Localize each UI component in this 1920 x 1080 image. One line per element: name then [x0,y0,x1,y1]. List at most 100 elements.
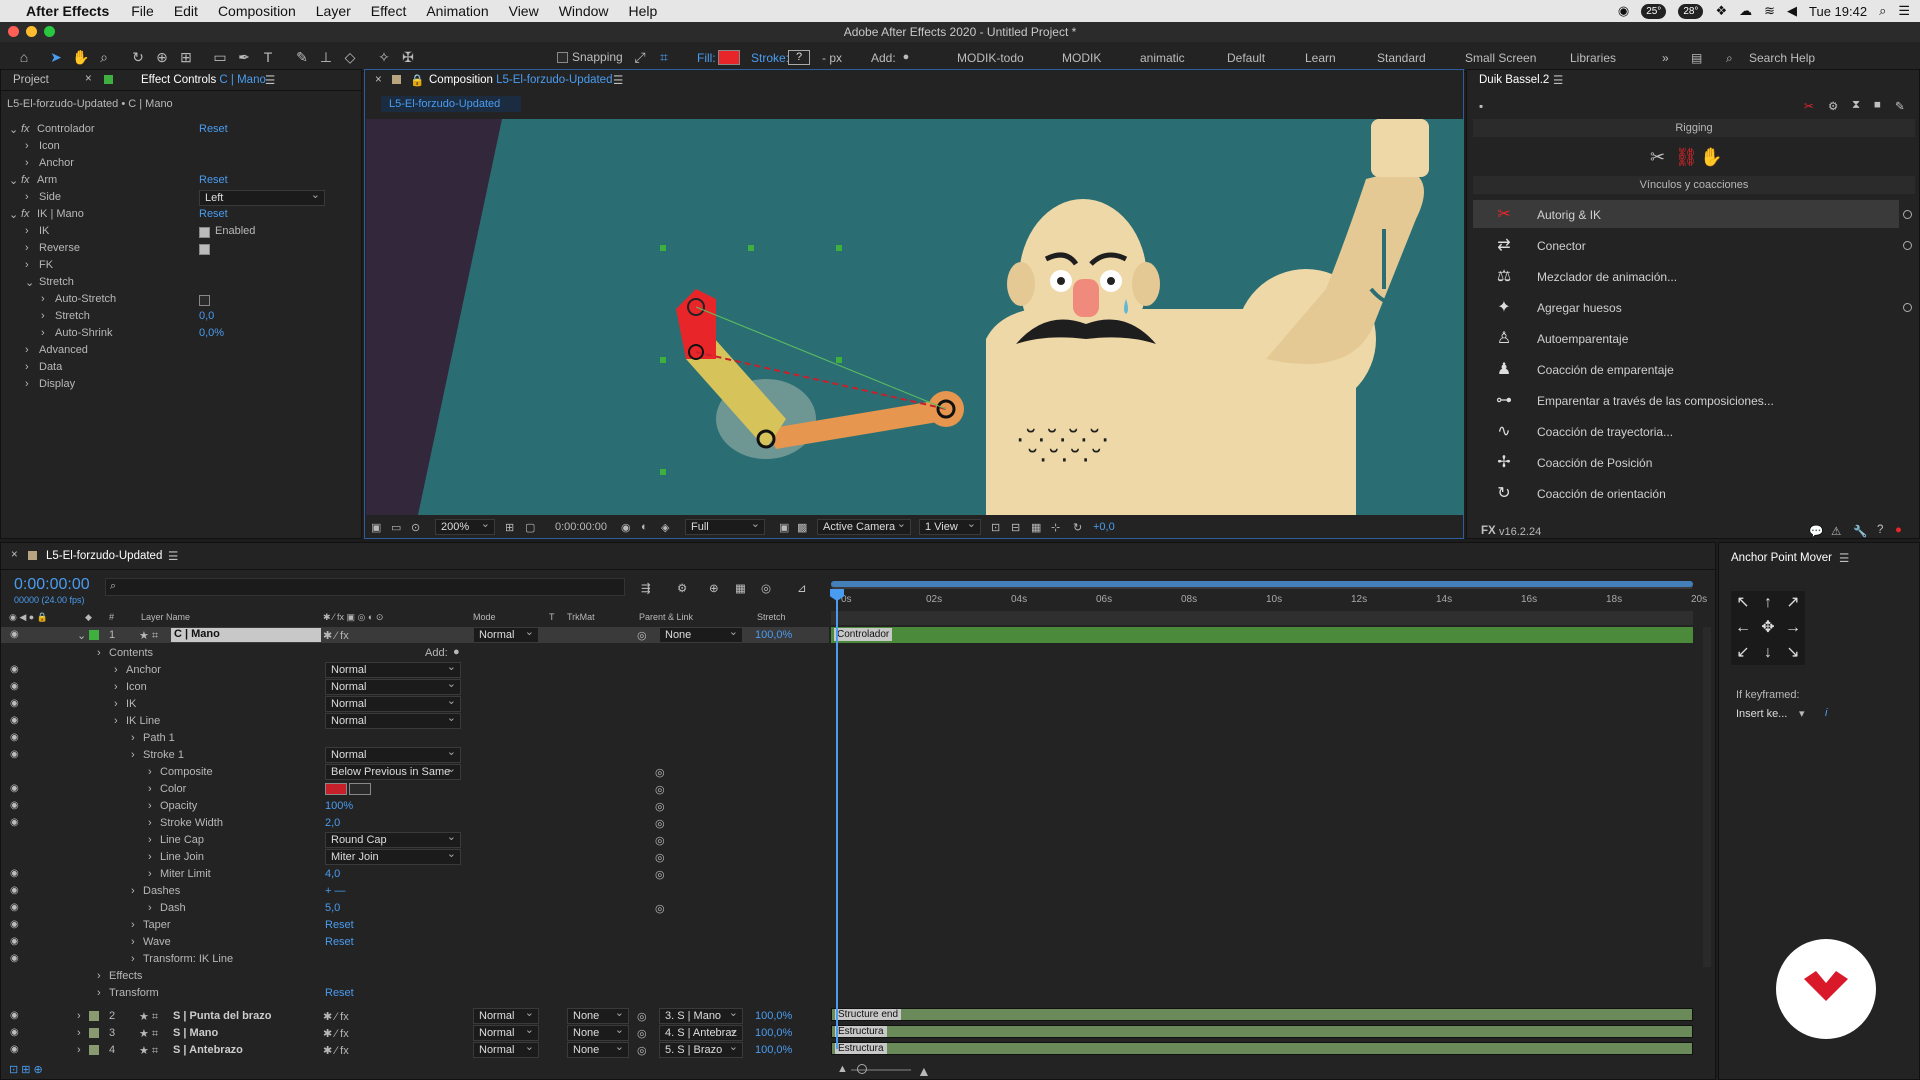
brush-tool-icon[interactable]: ✎ [294,49,310,65]
ec-row-ik-mano[interactable]: ⌄ fx IK | Mano Reset [1,207,361,223]
prop-visibility-icon[interactable]: ◉ [10,698,22,709]
camera-tool-icon[interactable]: ⊕ [154,49,170,65]
visibility-icon[interactable]: ◉ [10,629,22,640]
clone-tool-icon[interactable]: ⊥ [318,49,334,65]
prop-visibility-icon[interactable]: ◉ [10,783,22,794]
layer-label-swatch[interactable] [89,1045,99,1055]
zoom-dropdown[interactable]: 200% [435,517,495,535]
prop-dropdown[interactable]: Normal [325,745,461,763]
duik-item-2[interactable]: ⚖ Mezclador de animación... [1471,262,1887,292]
prop-row-composite[interactable]: › Composite Below Previous in Same ◎ [1,762,829,780]
duik-item-9[interactable]: ↻ Coacción de orientación [1471,479,1887,509]
pickwhip-icon[interactable]: ◎ [637,1027,647,1040]
arrow-down-left-icon[interactable]: ↙ [1733,643,1753,663]
side-dropdown[interactable]: Left [199,188,325,206]
ec-row-fk[interactable]: › FK [1,258,361,274]
tab-close-icon[interactable]: × [85,73,92,85]
region-icon[interactable]: ▢ [525,521,535,534]
menu-layer[interactable]: Layer [316,3,351,19]
expand-icon[interactable]: ⌄ [77,629,86,642]
tools-tab-icon[interactable]: ✎ [1895,99,1905,113]
prop-value[interactable]: 2,0 [325,817,340,829]
zoom-slider-thumb[interactable] [857,1064,867,1074]
hand-icon[interactable]: ✋ [1700,147,1722,168]
prop-row-transform[interactable]: › Transform Reset [1,985,829,1001]
app-menu[interactable]: After Effects [26,3,109,19]
ec-row-icon[interactable]: › Icon [1,139,361,155]
prop-row-line-join[interactable]: › Line Join Miter Join ◎ [1,847,829,865]
automation-tab-icon[interactable]: ⚙ [1828,99,1838,113]
pen-tool-icon[interactable]: ✒ [236,49,252,65]
dropdown-arrow-icon[interactable]: ▾ [1799,707,1805,720]
prop-row-stroke-1[interactable]: ◉ › Stroke 1 Normal [1,745,829,763]
layer-label-swatch[interactable] [89,1028,99,1038]
menu-edit[interactable]: Edit [174,3,198,19]
expand-arrow-icon[interactable]: ⌄ [25,276,34,289]
workspace-modik[interactable]: MODIK [1062,51,1101,65]
visibility-icon[interactable]: ◉ [10,1044,22,1055]
prop-pickwhip-icon[interactable]: ◎ [655,868,665,881]
prop-visibility-icon[interactable]: ◉ [10,664,22,675]
stroke-swatch[interactable]: ? [788,50,810,65]
puppet-tool-icon[interactable]: ✠ [400,49,416,65]
expand-arrow-icon[interactable]: › [41,310,45,322]
parent-dropdown[interactable]: None [659,625,743,643]
prop-row-path-1[interactable]: ◉ › Path 1 [1,730,829,746]
list-icon[interactable]: ☰ [1898,3,1910,19]
prop-row-contents[interactable]: › Contents Add: ● [1,645,829,661]
prop-row-color[interactable]: ◉ › Color ◎ [1,781,829,797]
prop-row-opacity[interactable]: ◉ › Opacity 100% ◎ [1,798,829,814]
record-status-icon[interactable]: ● [1895,524,1902,536]
ec-value[interactable]: Reset [199,174,228,186]
temp-badge-2[interactable]: 28° [1678,3,1704,19]
duik-option-icon[interactable] [1903,210,1912,219]
prop-visibility-icon[interactable]: ◉ [10,817,22,828]
workspace-standard[interactable]: Standard [1377,51,1426,65]
expand-arrow-icon[interactable]: › [41,327,45,339]
insert-keyframe-dropdown[interactable]: Insert ke... [1736,708,1787,720]
prop-expand-icon[interactable]: › [131,953,135,965]
prop-value[interactable]: 5,0 [325,902,340,914]
ec-row-auto-stretch[interactable]: › Auto-Stretch [1,292,361,308]
layer-name[interactable]: S | Antebrazo [173,1044,243,1056]
menu-help[interactable]: Help [629,3,658,19]
add-label[interactable]: Add: [425,647,448,659]
camera-tab-icon[interactable]: ■ [1874,99,1881,111]
parent-dropdown[interactable]: 5. S | Brazo [659,1040,743,1058]
prop-row-ik[interactable]: ◉ › IK Normal [1,694,829,712]
prop-dropdown[interactable]: Miter Join [325,847,461,865]
prop-expand-icon[interactable]: › [114,681,118,693]
workspace-default[interactable]: Default [1227,51,1265,65]
pan-behind-tool-icon[interactable]: ⊞ [178,49,194,65]
arrow-right-icon[interactable]: → [1783,618,1803,638]
rotate-tool-icon[interactable]: ↻ [130,49,146,65]
dropbox-icon[interactable]: ❖ [1715,3,1727,19]
roi-icon[interactable]: ▣ [779,521,789,534]
time-navigator[interactable] [831,611,1693,625]
ec-value[interactable]: 0,0 [199,310,214,322]
menu-effect[interactable]: Effect [371,3,407,19]
work-area-bar[interactable] [831,579,1693,593]
prop-visibility-icon[interactable]: ◉ [10,919,22,930]
layer-2-bar[interactable]: Structure end [831,1008,1693,1021]
expand-arrow-icon[interactable]: › [25,242,29,254]
stroke-width[interactable]: - px [822,51,842,65]
prop-visibility-icon[interactable]: ◉ [10,885,22,896]
minimize-window-button[interactable] [26,26,37,37]
panel-menu-icon[interactable]: ☰ [265,73,275,87]
help-icon[interactable]: ? [1877,524,1883,536]
hand-tool-icon[interactable]: ✋ [72,49,89,65]
pickwhip-icon[interactable]: ◎ [637,1010,647,1023]
always-preview-icon[interactable]: ▣ [371,521,381,534]
eraser-tool-icon[interactable]: ◇ [342,49,358,65]
fx-icon[interactable]: fx [21,208,30,220]
prop-value[interactable]: 100% [325,800,353,812]
motion-blur-icon[interactable]: ◎ [761,581,771,595]
auto-stretch-checkbox[interactable] [199,295,210,306]
camera-dropdown[interactable]: Active Camera [817,517,911,535]
timeline-close-icon[interactable]: × [11,549,18,561]
ec-value[interactable]: 0,0% [199,327,224,339]
home-icon[interactable]: ⌂ [16,49,32,65]
prop-expand-icon[interactable]: › [97,987,101,999]
ec-row-reverse[interactable]: › Reverse [1,241,361,257]
